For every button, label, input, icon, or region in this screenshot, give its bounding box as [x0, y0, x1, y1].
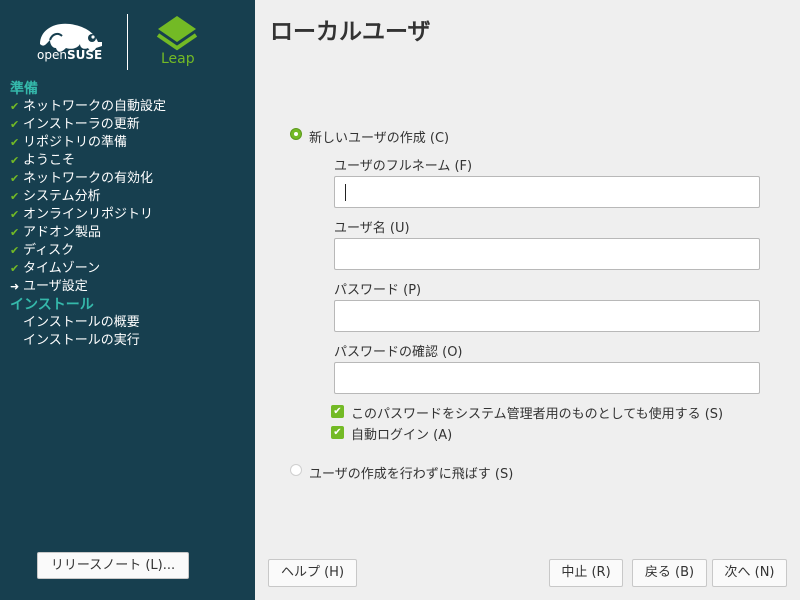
- step-label: ネットワークの有効化: [23, 171, 154, 186]
- step-label: ようこそ: [23, 153, 76, 168]
- step-item: ➜ ユーザ設定: [0, 278, 255, 296]
- step-label: ネットワークの自動設定: [23, 99, 167, 114]
- checkmark-icon: ✔: [10, 262, 20, 275]
- step-item: ✔ ようこそ: [0, 152, 255, 170]
- step-label: リポジトリの準備: [23, 135, 128, 150]
- admin-password-label[interactable]: このパスワードをシステム管理者用のものとしても使用する (S): [351, 403, 723, 422]
- step-label: オンラインリポジトリ: [23, 207, 154, 222]
- opensuse-wordmark: openSUSE: [37, 48, 103, 62]
- text-caret: [345, 184, 346, 201]
- page-title: ローカルユーザ: [270, 19, 431, 45]
- create-user-radio[interactable]: [290, 128, 302, 140]
- step-item: ✔ ネットワークの有効化: [0, 170, 255, 188]
- checkmark-icon: ✔: [10, 190, 20, 203]
- autologin-label[interactable]: 自動ログイン (A): [351, 424, 452, 443]
- pending-indicator: [10, 332, 22, 350]
- checkmark-icon: ✔: [10, 118, 20, 131]
- checkmark-icon: ✔: [10, 244, 20, 257]
- step-item: ✔ リポジトリの準備: [0, 134, 255, 152]
- username-label: ユーザ名 (U): [334, 221, 410, 236]
- sidebar: openSUSE Leap 準備 ✔ ネットワークの自動設定 ✔ インストーラの更新 ✔ リ…: [0, 0, 255, 600]
- username-field[interactable]: [334, 238, 760, 270]
- step-label: タイムゾーン: [23, 261, 101, 276]
- checkmark-icon: ✔: [10, 208, 20, 221]
- step-item: ✔ ネットワークの自動設定: [0, 98, 255, 116]
- leap-wordmark: Leap: [161, 51, 195, 67]
- admin-password-checkbox[interactable]: ✔: [331, 405, 344, 418]
- step-item: ✔ ディスク: [0, 242, 255, 260]
- installation-steps: 準備 ✔ ネットワークの自動設定 ✔ インストーラの更新 ✔ リポジトリの準備 ✔ ようこそ ✔ ネ…: [0, 80, 255, 350]
- password-field[interactable]: [334, 300, 760, 332]
- skip-user-radio[interactable]: [290, 464, 302, 476]
- confirm-password-label: パスワードの確認 (O): [334, 345, 463, 360]
- step-item: インストールの概要: [0, 314, 255, 332]
- step-label: ユーザ設定: [23, 279, 88, 294]
- logo-divider: [127, 14, 128, 70]
- help-button[interactable]: ヘルプ (H): [268, 559, 357, 587]
- step-label: アドオン製品: [23, 225, 102, 240]
- arrow-right-icon: ➜: [10, 280, 20, 293]
- next-button[interactable]: 次へ (N): [712, 559, 787, 587]
- step-label: インストールの概要: [23, 315, 140, 330]
- step-section-heading: インストール: [10, 297, 94, 313]
- step-item: ✔ アドオン製品: [0, 224, 255, 242]
- create-user-label[interactable]: 新しいユーザの作成 (C): [309, 127, 449, 146]
- release-notes-button[interactable]: リリースノート (L)...: [37, 552, 189, 579]
- checkmark-icon: ✔: [10, 172, 20, 185]
- back-button[interactable]: 戻る (B): [632, 559, 707, 587]
- checkmark-icon: ✔: [10, 154, 20, 167]
- step-item: ✔ システム分析: [0, 188, 255, 206]
- step-section-heading: 準備: [10, 81, 38, 97]
- step-item: インストールの実行: [0, 332, 255, 350]
- abort-button[interactable]: 中止 (R): [549, 559, 623, 587]
- step-item: ✔ インストーラの更新: [0, 116, 255, 134]
- checkmark-icon: ✔: [10, 136, 20, 149]
- step-item: ✔ タイムゾーン: [0, 260, 255, 278]
- checkmark-icon: ✔: [10, 100, 20, 113]
- leap-logo-icon: [156, 16, 198, 51]
- step-label: インストールの実行: [23, 333, 140, 348]
- logo-area: openSUSE Leap: [0, 0, 255, 80]
- fullname-label: ユーザのフルネーム (F): [334, 159, 473, 174]
- step-label: ディスク: [23, 243, 75, 258]
- checkmark-icon: ✔: [10, 226, 20, 239]
- step-label: システム分析: [23, 189, 101, 204]
- confirm-password-field[interactable]: [334, 362, 760, 394]
- step-item: ✔ オンラインリポジトリ: [0, 206, 255, 224]
- fullname-field[interactable]: [334, 176, 760, 208]
- pending-indicator: [10, 314, 22, 332]
- skip-user-label[interactable]: ユーザの作成を行わずに飛ばす (S): [309, 463, 513, 482]
- password-label: パスワード (P): [334, 283, 422, 298]
- autologin-checkbox[interactable]: ✔: [331, 426, 344, 439]
- step-label: インストーラの更新: [23, 117, 140, 132]
